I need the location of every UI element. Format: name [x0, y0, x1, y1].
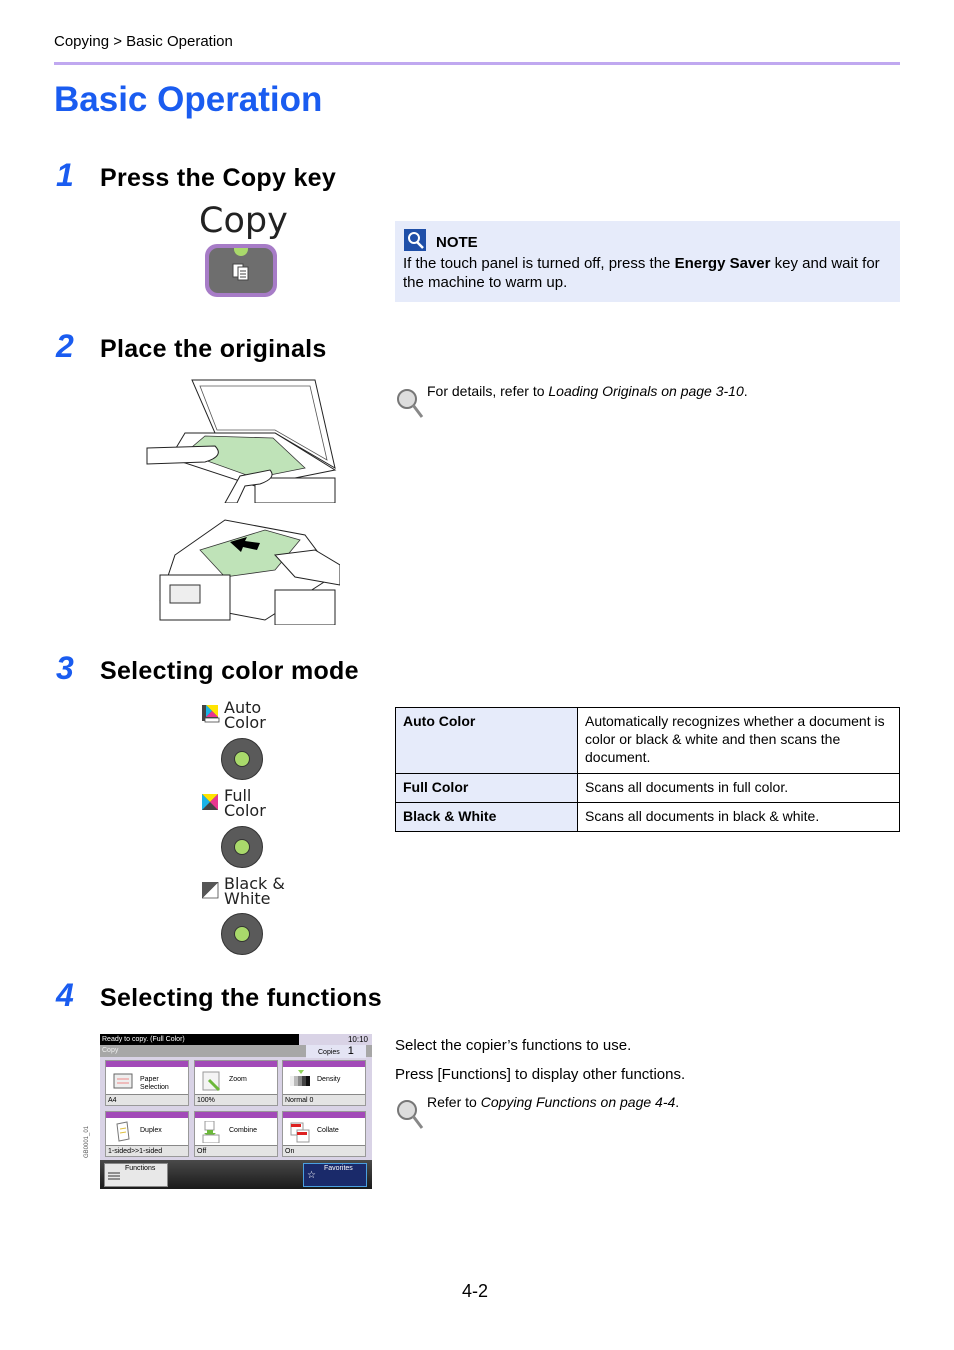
step-4-number: 4 [56, 977, 74, 1013]
step-4-title: Selecting the functions [100, 984, 382, 1012]
tile-value: Off [195, 1145, 277, 1156]
mode-description: Scans all documents in black & white. [577, 802, 900, 832]
page-number: 4-2 [462, 1281, 489, 1301]
black-white-key[interactable] [221, 913, 263, 955]
density-icon [290, 1070, 310, 1086]
step-3-title: Selecting color mode [100, 657, 359, 685]
auto-color-key[interactable] [221, 738, 263, 780]
header-divider [54, 62, 900, 65]
panel-clock: 10:10 [347, 1035, 368, 1044]
zoom-tile[interactable]: Zoom 100% [194, 1060, 278, 1106]
copy-key[interactable] [205, 244, 277, 297]
full-color-key-label: Full Color [224, 786, 266, 820]
note-text: If the touch panel is turned off, press … [403, 255, 880, 291]
mode-name: Black & White [395, 802, 578, 832]
density-tile[interactable]: Density Normal 0 [282, 1060, 366, 1106]
full-color-key[interactable] [221, 826, 263, 868]
step-1-number: 1 [56, 157, 74, 193]
duplex-tile[interactable]: Duplex 1-sided>>1-sided [105, 1111, 189, 1157]
paper-selection-tile[interactable]: Paper Selection A4 [105, 1060, 189, 1106]
magnifier-icon [397, 1100, 424, 1129]
mode-name: Full Color [395, 773, 578, 803]
step-2-title: Place the originals [100, 335, 327, 363]
mode-description: Automatically recognizes whether a docum… [577, 707, 900, 774]
auto-color-key-label: Auto Color [224, 698, 266, 732]
table-row: Auto Color Automatically recognizes whet… [395, 707, 900, 774]
zoom-icon [202, 1071, 221, 1092]
tile-value: A4 [106, 1094, 188, 1105]
functions-instruction-2: Press [Functions] to display other funct… [395, 1066, 686, 1083]
panel-status-message: Ready to copy. (Full Color) [100, 1034, 299, 1045]
tile-value: 1-sided>>1-sided [106, 1145, 188, 1156]
copies-field[interactable]: Copies 1 [306, 1045, 366, 1058]
tile-value: 100% [195, 1094, 277, 1105]
mode-description: Scans all documents in full color. [577, 773, 900, 803]
combine-tile[interactable]: Combine Off [194, 1111, 278, 1157]
full-color-icon [202, 794, 218, 810]
magnifier-icon [397, 389, 424, 418]
tile-value: Normal 0 [283, 1094, 365, 1105]
mode-name: Auto Color [395, 707, 578, 774]
energy-saver-key-name: Energy Saver [674, 255, 771, 272]
tile-value: On [283, 1145, 365, 1156]
duplex-icon [116, 1121, 130, 1142]
copies-value: 1 [347, 1045, 354, 1057]
black-white-icon [202, 882, 219, 899]
panel-bottom-bar: Functions ☆ Favorites [100, 1160, 372, 1189]
copying-functions-link[interactable]: Copying Functions on page 4-4 [481, 1094, 676, 1110]
functions-button[interactable]: Functions [104, 1163, 168, 1187]
collate-tile[interactable]: Collate On [282, 1111, 366, 1157]
step-3-number: 3 [56, 650, 74, 686]
favorites-button[interactable]: ☆ Favorites [303, 1163, 367, 1187]
star-icon: ☆ [307, 1170, 316, 1181]
table-row: Black & White Scans all documents in bla… [395, 802, 900, 832]
breadcrumb[interactable]: Copying > Basic Operation [54, 33, 233, 50]
paper-tray-icon [113, 1073, 133, 1089]
note-box: NOTE If the touch panel is turned off, p… [395, 221, 900, 302]
touch-panel-screen: Ready to copy. (Full Color) 10:10 Copy C… [100, 1034, 372, 1189]
color-mode-keys: Auto Color Full Color Black & White [200, 700, 300, 960]
color-mode-table: Auto Color Automatically recognizes whet… [395, 707, 900, 832]
copy-key-label: Copy [199, 201, 288, 241]
copy-document-icon [232, 263, 249, 281]
step-2-number: 2 [56, 328, 74, 364]
note-icon [404, 229, 426, 251]
platen-illustration [146, 379, 337, 503]
table-row: Full Color Scans all documents in full c… [395, 773, 900, 803]
step-1-title: Press the Copy key [100, 164, 337, 192]
black-white-key-label: Black & White [224, 874, 285, 908]
loading-originals-link[interactable]: Loading Originals on page 3-10 [548, 383, 743, 399]
document-processor-illustration [159, 519, 340, 625]
note-label: NOTE [436, 234, 478, 251]
auto-color-icon [202, 705, 220, 723]
collate-icon [290, 1122, 310, 1143]
list-icon [108, 1172, 120, 1180]
figure-code: GB0001_01 [84, 1125, 90, 1158]
functions-instruction-1: Select the copier’s functions to use. [395, 1037, 632, 1054]
page-title: Basic Operation [54, 80, 323, 119]
combine-icon [202, 1121, 220, 1143]
